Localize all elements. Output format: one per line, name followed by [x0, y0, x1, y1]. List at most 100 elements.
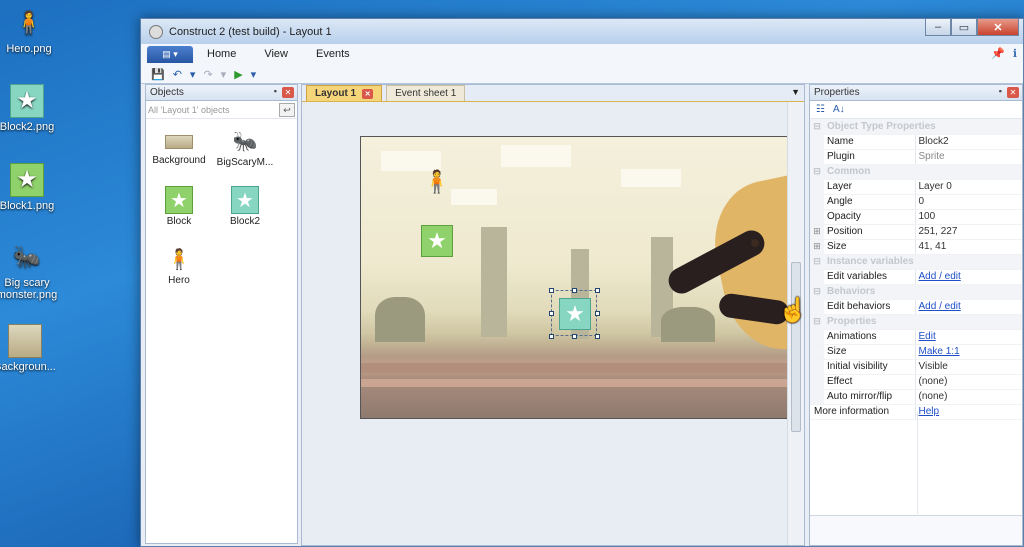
- folder-up-button[interactable]: ↩: [279, 103, 295, 117]
- property-name: Plugin: [824, 149, 916, 165]
- object-label: BigScaryM...: [216, 157, 274, 168]
- property-value[interactable]: Sprite: [915, 149, 1022, 165]
- menu-home[interactable]: Home: [207, 48, 236, 60]
- save-icon[interactable]: 💾: [151, 68, 165, 81]
- block2-instance-selected[interactable]: ★: [559, 298, 591, 330]
- block-instance[interactable]: ★: [421, 225, 453, 257]
- pin-icon[interactable]: ▪: [274, 86, 277, 96]
- desktop-icon-label: Block2.png: [0, 121, 55, 133]
- resize-handle[interactable]: [572, 288, 577, 293]
- property-name: Opacity: [824, 209, 916, 225]
- property-value[interactable]: Add / edit: [915, 299, 1022, 315]
- object-bigscarymonster[interactable]: 🐜 BigScaryM...: [212, 127, 278, 186]
- file-menu-button[interactable]: ▤ ▾: [147, 45, 193, 63]
- resize-handle[interactable]: [595, 311, 600, 316]
- resize-handle[interactable]: [595, 288, 600, 293]
- resize-handle[interactable]: [549, 311, 554, 316]
- property-link[interactable]: Help: [919, 406, 940, 417]
- undo-dropdown-icon[interactable]: ▾: [190, 68, 196, 81]
- menu-events[interactable]: Events: [316, 48, 350, 60]
- hero-instance[interactable]: 🧍: [423, 169, 450, 195]
- property-value[interactable]: Layer 0: [915, 179, 1022, 195]
- pin-icon[interactable]: 📌: [991, 47, 1005, 60]
- resize-handle[interactable]: [572, 334, 577, 339]
- property-value[interactable]: 251, 227: [915, 224, 1022, 240]
- tab-layout-1[interactable]: Layout 1 ✕: [306, 85, 383, 101]
- objects-panel: Objects ▪ ✕ All 'Layout 1' objects ↩ Bac…: [145, 84, 298, 544]
- minimize-button[interactable]: ‒: [925, 19, 951, 36]
- property-row: Effect (none): [810, 374, 1022, 390]
- redo-dropdown-icon[interactable]: ▾: [221, 68, 227, 81]
- desktop-icon-label: Big scary monster.png: [0, 277, 58, 301]
- resize-handle[interactable]: [549, 288, 554, 293]
- title-bar[interactable]: Construct 2 (test build) - Layout 1 ‒ ▭ …: [141, 19, 1023, 44]
- desktop-icon-background[interactable]: Backgroun...: [0, 324, 56, 373]
- scrollbar-thumb[interactable]: [791, 262, 801, 432]
- maximize-button[interactable]: ▭: [951, 19, 977, 36]
- categorized-view-icon[interactable]: ☷: [816, 104, 825, 115]
- resize-handle[interactable]: [549, 334, 554, 339]
- object-block[interactable]: ★ Block: [146, 186, 212, 245]
- row-gutter: [810, 149, 824, 165]
- help-icon[interactable]: ℹ: [1013, 47, 1017, 60]
- property-value[interactable]: (none): [915, 374, 1022, 390]
- property-value[interactable]: Add / edit: [915, 269, 1022, 285]
- property-value-text: Layer 0: [918, 181, 952, 192]
- property-value[interactable]: 100: [915, 209, 1022, 225]
- row-gutter: [810, 209, 824, 225]
- layout-canvas[interactable]: 🧍 ★ ★: [302, 102, 788, 545]
- property-link[interactable]: Make 1:1: [919, 346, 960, 357]
- row-gutter: [810, 359, 824, 375]
- row-gutter: [810, 134, 824, 150]
- background-image-icon: [8, 324, 42, 358]
- objects-filter: All 'Layout 1' objects ↩: [146, 101, 297, 119]
- property-value[interactable]: Make 1:1: [915, 344, 1022, 360]
- property-value-text: 100: [918, 211, 936, 222]
- property-value[interactable]: Visible: [915, 359, 1022, 375]
- undo-icon[interactable]: ↶: [173, 68, 182, 81]
- desktop-icon-hero[interactable]: 🧍 Hero.png: [0, 6, 60, 55]
- property-value[interactable]: 41, 41: [915, 239, 1022, 255]
- property-link[interactable]: Add / edit: [919, 301, 961, 312]
- run-layout-icon[interactable]: ▶: [234, 68, 242, 81]
- close-button[interactable]: ✕: [977, 19, 1019, 36]
- star-thumb-icon: ★: [165, 186, 193, 214]
- monster-thumb-icon: 🐜: [232, 130, 258, 153]
- property-link[interactable]: Edit: [919, 331, 936, 342]
- pin-icon[interactable]: ▪: [999, 86, 1002, 96]
- property-value[interactable]: Block2: [915, 134, 1022, 150]
- tab-event-sheet-1[interactable]: Event sheet 1: [386, 85, 466, 101]
- collapse-category-icon[interactable]: ⊟: [810, 314, 824, 330]
- collapse-category-icon[interactable]: ⊟: [810, 164, 824, 180]
- resize-handle[interactable]: [595, 334, 600, 339]
- tabs-dropdown-icon[interactable]: ▼: [791, 87, 800, 97]
- collapse-category-icon[interactable]: ⊟: [810, 254, 824, 270]
- collapse-category-icon[interactable]: ⊟: [810, 284, 824, 300]
- desktop-icon-monster[interactable]: 🐜 Big scary monster.png: [0, 240, 58, 301]
- close-icon[interactable]: ✕: [282, 87, 294, 98]
- object-background[interactable]: Background: [146, 127, 212, 186]
- category-label: Properties: [824, 314, 1022, 330]
- row-gutter: [810, 179, 824, 195]
- desktop-icon-block1[interactable]: ★ Block1.png: [0, 163, 58, 212]
- close-icon[interactable]: ✕: [1007, 87, 1019, 98]
- object-hero[interactable]: 🧍 Hero: [146, 245, 212, 304]
- customize-toolbar-icon[interactable]: ▾: [251, 68, 257, 81]
- alphabetical-sort-icon[interactable]: A↓: [833, 104, 845, 115]
- expand-icon[interactable]: ⊞: [810, 224, 824, 240]
- desktop-icon-block2[interactable]: ★ Block2.png: [0, 84, 58, 133]
- object-block2[interactable]: ★ Block2: [212, 186, 278, 245]
- expand-icon[interactable]: ⊞: [810, 239, 824, 255]
- property-value[interactable]: Edit: [915, 329, 1022, 345]
- collapse-category-icon[interactable]: ⊟: [810, 119, 824, 135]
- cloud: [621, 169, 681, 187]
- property-value[interactable]: Help: [915, 404, 1022, 420]
- property-value[interactable]: (none): [915, 389, 1022, 405]
- ground-stripe: [361, 379, 788, 387]
- property-value[interactable]: 0: [915, 194, 1022, 210]
- menu-view[interactable]: View: [264, 48, 288, 60]
- property-link[interactable]: Add / edit: [919, 271, 961, 282]
- redo-icon[interactable]: ↷: [203, 68, 212, 81]
- tab-close-icon[interactable]: ✕: [362, 88, 374, 99]
- layout-scene[interactable]: 🧍 ★ ★: [360, 136, 788, 419]
